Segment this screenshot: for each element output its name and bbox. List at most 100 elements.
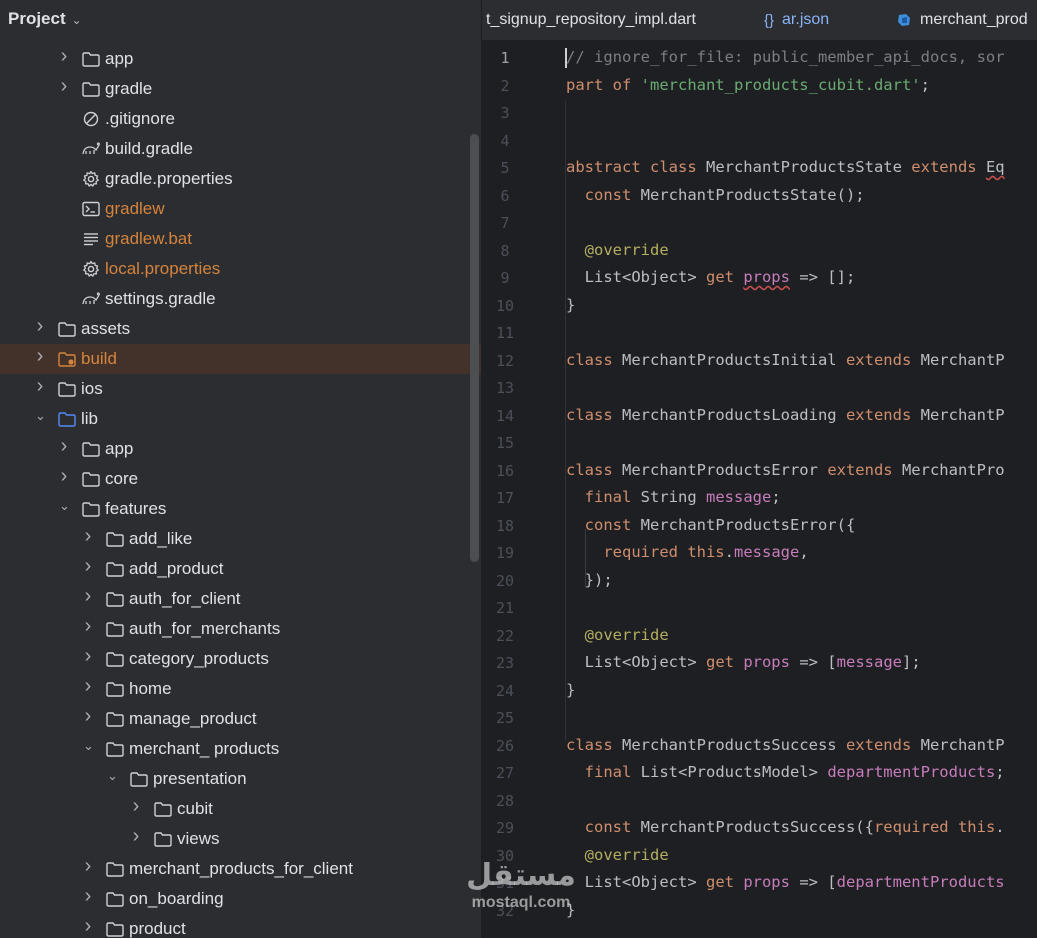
chevron-right-icon[interactable]: ›: [83, 676, 93, 696]
line-number[interactable]: 4: [482, 132, 528, 150]
chevron-right-icon[interactable]: ›: [83, 706, 93, 726]
tree-item[interactable]: ⌄ lib: [0, 404, 481, 434]
tree-item[interactable]: › on_boarding: [0, 884, 481, 914]
line-number[interactable]: 12: [482, 352, 528, 370]
tree-item[interactable]: › build: [0, 344, 481, 374]
tree-item[interactable]: › core: [0, 464, 481, 494]
tree-item[interactable]: gradlew.bat: [0, 224, 481, 254]
code-line[interactable]: const MerchantProductsState();: [566, 186, 865, 204]
tree-item[interactable]: local.properties: [0, 254, 481, 284]
line-number[interactable]: 10: [482, 297, 528, 315]
line-number[interactable]: 1: [482, 49, 528, 67]
chevron-right-icon[interactable]: ›: [131, 826, 141, 846]
tree-item[interactable]: build.gradle: [0, 134, 481, 164]
chevron-right-icon[interactable]: ›: [59, 76, 69, 96]
chevron-down-icon[interactable]: ⌄: [107, 769, 118, 783]
tree-item[interactable]: › assets: [0, 314, 481, 344]
line-number[interactable]: 28: [482, 792, 528, 810]
code-line[interactable]: List<Object> get props => [];: [566, 268, 856, 286]
tree-item[interactable]: ⌄ presentation: [0, 764, 481, 794]
tree-item[interactable]: gradle.properties: [0, 164, 481, 194]
code-line[interactable]: required this.message,: [566, 543, 808, 561]
chevron-right-icon[interactable]: ›: [131, 796, 141, 816]
tab-merchant-products[interactable]: merchant_prod: [896, 0, 1028, 40]
line-number[interactable]: 17: [482, 489, 528, 507]
chevron-right-icon[interactable]: ›: [35, 376, 45, 396]
tree-item[interactable]: › views: [0, 824, 481, 854]
chevron-down-icon[interactable]: ⌄: [35, 409, 46, 423]
code-line[interactable]: class MerchantProductsInitial extends Me…: [566, 351, 1005, 369]
code-line[interactable]: part of 'merchant_products_cubit.dart';: [566, 76, 930, 94]
code-line[interactable]: final String message;: [566, 488, 781, 506]
tab-signup-repository-impl[interactable]: t_signup_repository_impl.dart: [486, 0, 696, 40]
line-number[interactable]: 29: [482, 819, 528, 837]
tree-item[interactable]: › auth_for_client: [0, 584, 481, 614]
line-number[interactable]: 15: [482, 434, 528, 452]
line-number[interactable]: 25: [482, 709, 528, 727]
project-title[interactable]: Project: [8, 9, 66, 29]
chevron-down-icon[interactable]: ⌄: [83, 739, 94, 753]
line-number[interactable]: 6: [482, 187, 528, 205]
line-number[interactable]: 22: [482, 627, 528, 645]
chevron-right-icon[interactable]: ›: [59, 46, 69, 66]
line-number[interactable]: 16: [482, 462, 528, 480]
code-line[interactable]: @override: [566, 626, 669, 644]
tree-item[interactable]: › app: [0, 44, 481, 74]
tree-item[interactable]: › add_product: [0, 554, 481, 584]
line-number[interactable]: 20: [482, 572, 528, 590]
tree-item[interactable]: › product: [0, 914, 481, 938]
code-line[interactable]: // ignore_for_file: public_member_api_do…: [566, 48, 1005, 66]
tree-item[interactable]: ⌄ merchant_ products: [0, 734, 481, 764]
tree-item[interactable]: › ios: [0, 374, 481, 404]
chevron-right-icon[interactable]: ›: [35, 346, 45, 366]
line-number[interactable]: 27: [482, 764, 528, 782]
code-line[interactable]: final List<ProductsModel> departmentProd…: [566, 763, 1005, 781]
tab-ar-json[interactable]: {} ar.json: [764, 0, 829, 40]
line-number[interactable]: 5: [482, 159, 528, 177]
line-number[interactable]: 13: [482, 379, 528, 397]
tree-item[interactable]: › manage_product: [0, 704, 481, 734]
chevron-right-icon[interactable]: ›: [83, 916, 93, 936]
tree-item[interactable]: › merchant_products_for_client: [0, 854, 481, 884]
line-number[interactable]: 19: [482, 544, 528, 562]
tree-item[interactable]: › auth_for_merchants: [0, 614, 481, 644]
line-number[interactable]: 21: [482, 599, 528, 617]
tree-item[interactable]: › app: [0, 434, 481, 464]
code-line[interactable]: List<Object> get props => [departmentPro…: [566, 873, 1005, 891]
line-number[interactable]: 11: [482, 324, 528, 342]
chevron-down-icon[interactable]: ⌄: [72, 13, 82, 27]
chevron-right-icon[interactable]: ›: [59, 436, 69, 456]
chevron-right-icon[interactable]: ›: [59, 466, 69, 486]
code-line[interactable]: class MerchantProductsError extends Merc…: [566, 461, 1005, 479]
tree-item[interactable]: gradlew: [0, 194, 481, 224]
chevron-right-icon[interactable]: ›: [83, 646, 93, 666]
tree-item[interactable]: ⌄ features: [0, 494, 481, 524]
tree-item[interactable]: › cubit: [0, 794, 481, 824]
code-line[interactable]: const MerchantProductsError({: [566, 516, 856, 534]
project-header[interactable]: Project ⌄: [0, 0, 481, 38]
tree-scrollbar[interactable]: [470, 134, 479, 562]
line-number[interactable]: 14: [482, 407, 528, 425]
tree-item[interactable]: › gradle: [0, 74, 481, 104]
chevron-right-icon[interactable]: ›: [83, 616, 93, 636]
code-editor[interactable]: 1 2 3 4 5 6 7 8 9 10 11 12 13 14 15 16 17 18 19 20 21 22 23 24 2…: [482, 41, 1037, 938]
chevron-right-icon[interactable]: ›: [35, 316, 45, 336]
line-number[interactable]: 18: [482, 517, 528, 535]
code-line[interactable]: abstract class MerchantProductsState ext…: [566, 158, 1005, 176]
line-number[interactable]: 2: [482, 77, 528, 95]
tree-item[interactable]: › home: [0, 674, 481, 704]
line-number[interactable]: 7: [482, 214, 528, 232]
chevron-right-icon[interactable]: ›: [83, 886, 93, 906]
tree-item[interactable]: › category_products: [0, 644, 481, 674]
code-line[interactable]: const MerchantProductsSuccess({required …: [566, 818, 1005, 836]
chevron-down-icon[interactable]: ⌄: [59, 499, 70, 513]
code-line[interactable]: class MerchantProductsLoading extends Me…: [566, 406, 1005, 424]
code-line[interactable]: @override: [566, 241, 669, 259]
chevron-right-icon[interactable]: ›: [83, 556, 93, 576]
code-line[interactable]: List<Object> get props => [message];: [566, 653, 921, 671]
chevron-right-icon[interactable]: ›: [83, 856, 93, 876]
line-number[interactable]: 26: [482, 737, 528, 755]
line-number[interactable]: 8: [482, 242, 528, 260]
line-number[interactable]: 23: [482, 654, 528, 672]
tree-item[interactable]: settings.gradle: [0, 284, 481, 314]
